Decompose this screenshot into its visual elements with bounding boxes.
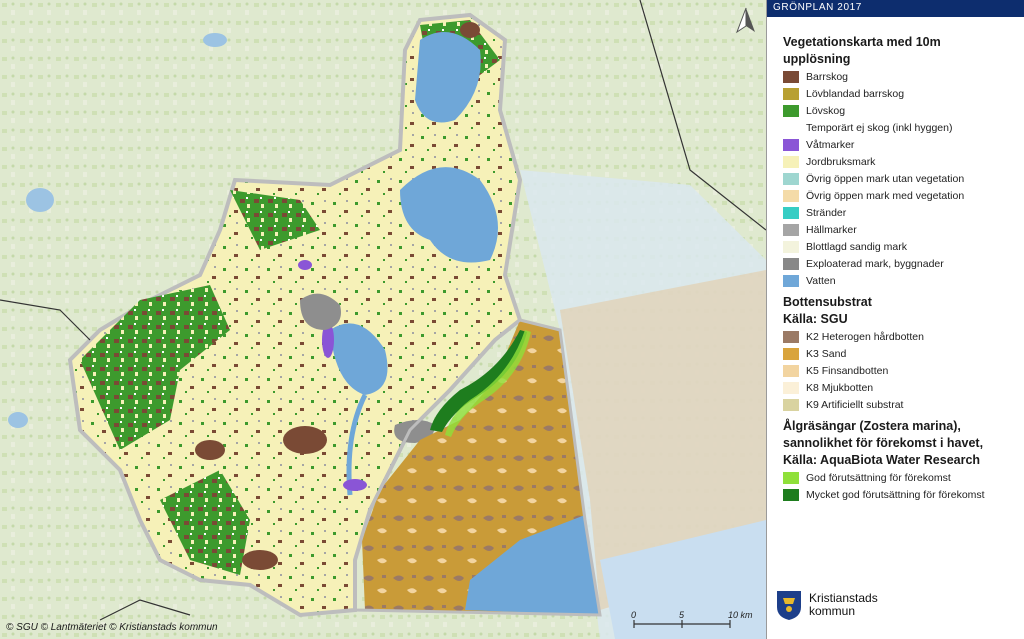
legend-swatch: [783, 398, 799, 411]
scale-label-5: 5: [679, 610, 685, 620]
legend-swatch: [783, 471, 799, 484]
substrate-title: Bottensubstrat: [783, 295, 872, 309]
legend-label: K5 Finsandbotten: [806, 364, 889, 377]
substrate-legend-item: K8 Mjukbotten: [783, 379, 1024, 396]
scale-label-10: 10 km: [728, 610, 753, 620]
lake-southwest: [8, 412, 28, 428]
legend-swatch: [783, 155, 799, 168]
wetland: [343, 479, 367, 491]
legend-swatch: [783, 172, 799, 185]
legend-label: God förutsättning för förekomst: [806, 471, 951, 484]
barrskog-patch: [195, 440, 225, 460]
coat-of-arms-icon: [777, 591, 801, 620]
vegetation-legend-item: Övrig öppen mark med vegetation: [783, 187, 1024, 204]
barrskog-patch: [242, 550, 278, 570]
legend-swatch: [783, 488, 799, 501]
eelgrass-legend-list: God förutsättning för förekomst Mycket go…: [783, 469, 1024, 503]
north-arrow-icon: [735, 7, 755, 34]
substrate-source: Källa: SGU: [783, 312, 848, 326]
legend-label: K2 Heterogen hårdbotten: [806, 330, 924, 343]
legend-swatch: [783, 257, 799, 270]
legend-panel: GRÖNPLAN 2017 Vegetationskarta med 10m u…: [766, 0, 1024, 639]
legend-label: Blottlagd sandig mark: [806, 240, 907, 253]
legend-label: Lövblandad barrskog: [806, 87, 905, 100]
legend-swatch: [783, 381, 799, 394]
eelgrass-legend-item: God förutsättning för förekomst: [783, 469, 1024, 486]
scale-bar: 0 5 10 km: [628, 606, 760, 636]
legend-label: K9 Artificiellt substrat: [806, 398, 904, 411]
map-canvas[interactable]: 0 5 10 km © SGU © Lantmäteriet © Kristia…: [0, 0, 766, 639]
vegetation-legend-item: Lövblandad barrskog: [783, 85, 1024, 102]
legend-swatch: [783, 223, 799, 236]
legend-label: K3 Sand: [806, 347, 847, 360]
vegetation-legend-item: Lövskog: [783, 102, 1024, 119]
legend-swatch: [783, 189, 799, 202]
legend-swatch: [783, 87, 799, 100]
legend-swatch: [783, 274, 799, 287]
legend-label: Lövskog: [806, 104, 846, 117]
kristianstad-logo: Kristianstads kommun: [775, 589, 878, 621]
legend-swatch: [783, 330, 799, 343]
vegetation-title: Vegetationskarta med 10m upplösning: [783, 35, 941, 66]
legend-label: Hällmarker: [806, 223, 857, 236]
map-credits: © SGU © Lantmäteriet © Kristianstads kom…: [6, 622, 218, 633]
vegetation-legend-item: Våtmarker: [783, 136, 1024, 153]
legend-label: K8 Mjukbotten: [806, 381, 874, 394]
barrskog-patch: [283, 426, 327, 454]
eelgrass-source: Källa: AquaBiota Water Research: [783, 453, 981, 467]
vegetation-legend-item: Barrskog: [783, 68, 1024, 85]
vegetation-legend-item: Temporärt ej skog (inkl hyggen): [783, 119, 1024, 136]
barrskog-patch: [460, 22, 480, 38]
legend-label: Övrig öppen mark med vegetation: [806, 189, 965, 202]
legend-swatch: [783, 364, 799, 377]
substrate-legend-item: K3 Sand: [783, 345, 1024, 362]
legend-label: Jordbruksmark: [806, 155, 876, 168]
vegetation-legend-item: Hällmarker: [783, 221, 1024, 238]
eelgrass-title-line1: Ålgräsängar (Zostera marina),: [783, 419, 961, 433]
vegetation-legend-list: Barrskog Lövblandad barrskog Lövskog Tempor…: [783, 68, 1024, 289]
legend-swatch: [783, 121, 799, 134]
legend-label: Våtmarker: [806, 138, 855, 151]
vegetation-legend-item: Blottlagd sandig mark: [783, 238, 1024, 255]
substrate-legend-item: K9 Artificiellt substrat: [783, 396, 1024, 413]
legend-label: Exploaterad mark, byggnader: [806, 257, 944, 270]
lake-northwest: [203, 33, 227, 47]
eelgrass-legend-item: Mycket god förutsättning för förekomst: [783, 486, 1024, 503]
substrate-legend-item: K2 Heterogen hårdbotten: [783, 328, 1024, 345]
wetland: [298, 260, 312, 270]
legend-label: Barrskog: [806, 70, 849, 83]
legend-swatch: [783, 138, 799, 151]
legend-swatch: [783, 70, 799, 83]
legend-header: GRÖNPLAN 2017: [767, 0, 1024, 17]
substrate-legend-list: K2 Heterogen hårdbotten K3 Sand K5 Finsand…: [783, 328, 1024, 413]
legend-label: Mycket god förutsättning för förekomst: [806, 488, 985, 501]
eelgrass-title-line2: sannolikhet för förekomst i havet,: [783, 436, 984, 450]
legend-swatch: [783, 347, 799, 360]
substrate-legend-item: K5 Finsandbotten: [783, 362, 1024, 379]
vegetation-legend-item: Jordbruksmark: [783, 153, 1024, 170]
vegetation-legend-item: Exploaterad mark, byggnader: [783, 255, 1024, 272]
logo-line2: kommun: [809, 604, 856, 618]
lake-west: [26, 188, 54, 212]
vegetation-legend-item: Övrig öppen mark utan vegetation: [783, 170, 1024, 187]
vegetation-legend-item: Vatten: [783, 272, 1024, 289]
legend-swatch: [783, 104, 799, 117]
legend-swatch: [783, 240, 799, 253]
scale-label-0: 0: [631, 610, 637, 620]
legend-label: Temporärt ej skog (inkl hyggen): [806, 121, 953, 134]
legend-label: Övrig öppen mark utan vegetation: [806, 172, 965, 185]
legend-swatch: [783, 206, 799, 219]
vegetation-legend-item: Stränder: [783, 204, 1024, 221]
legend-label: Vatten: [806, 274, 836, 287]
legend-label: Stränder: [806, 206, 847, 219]
